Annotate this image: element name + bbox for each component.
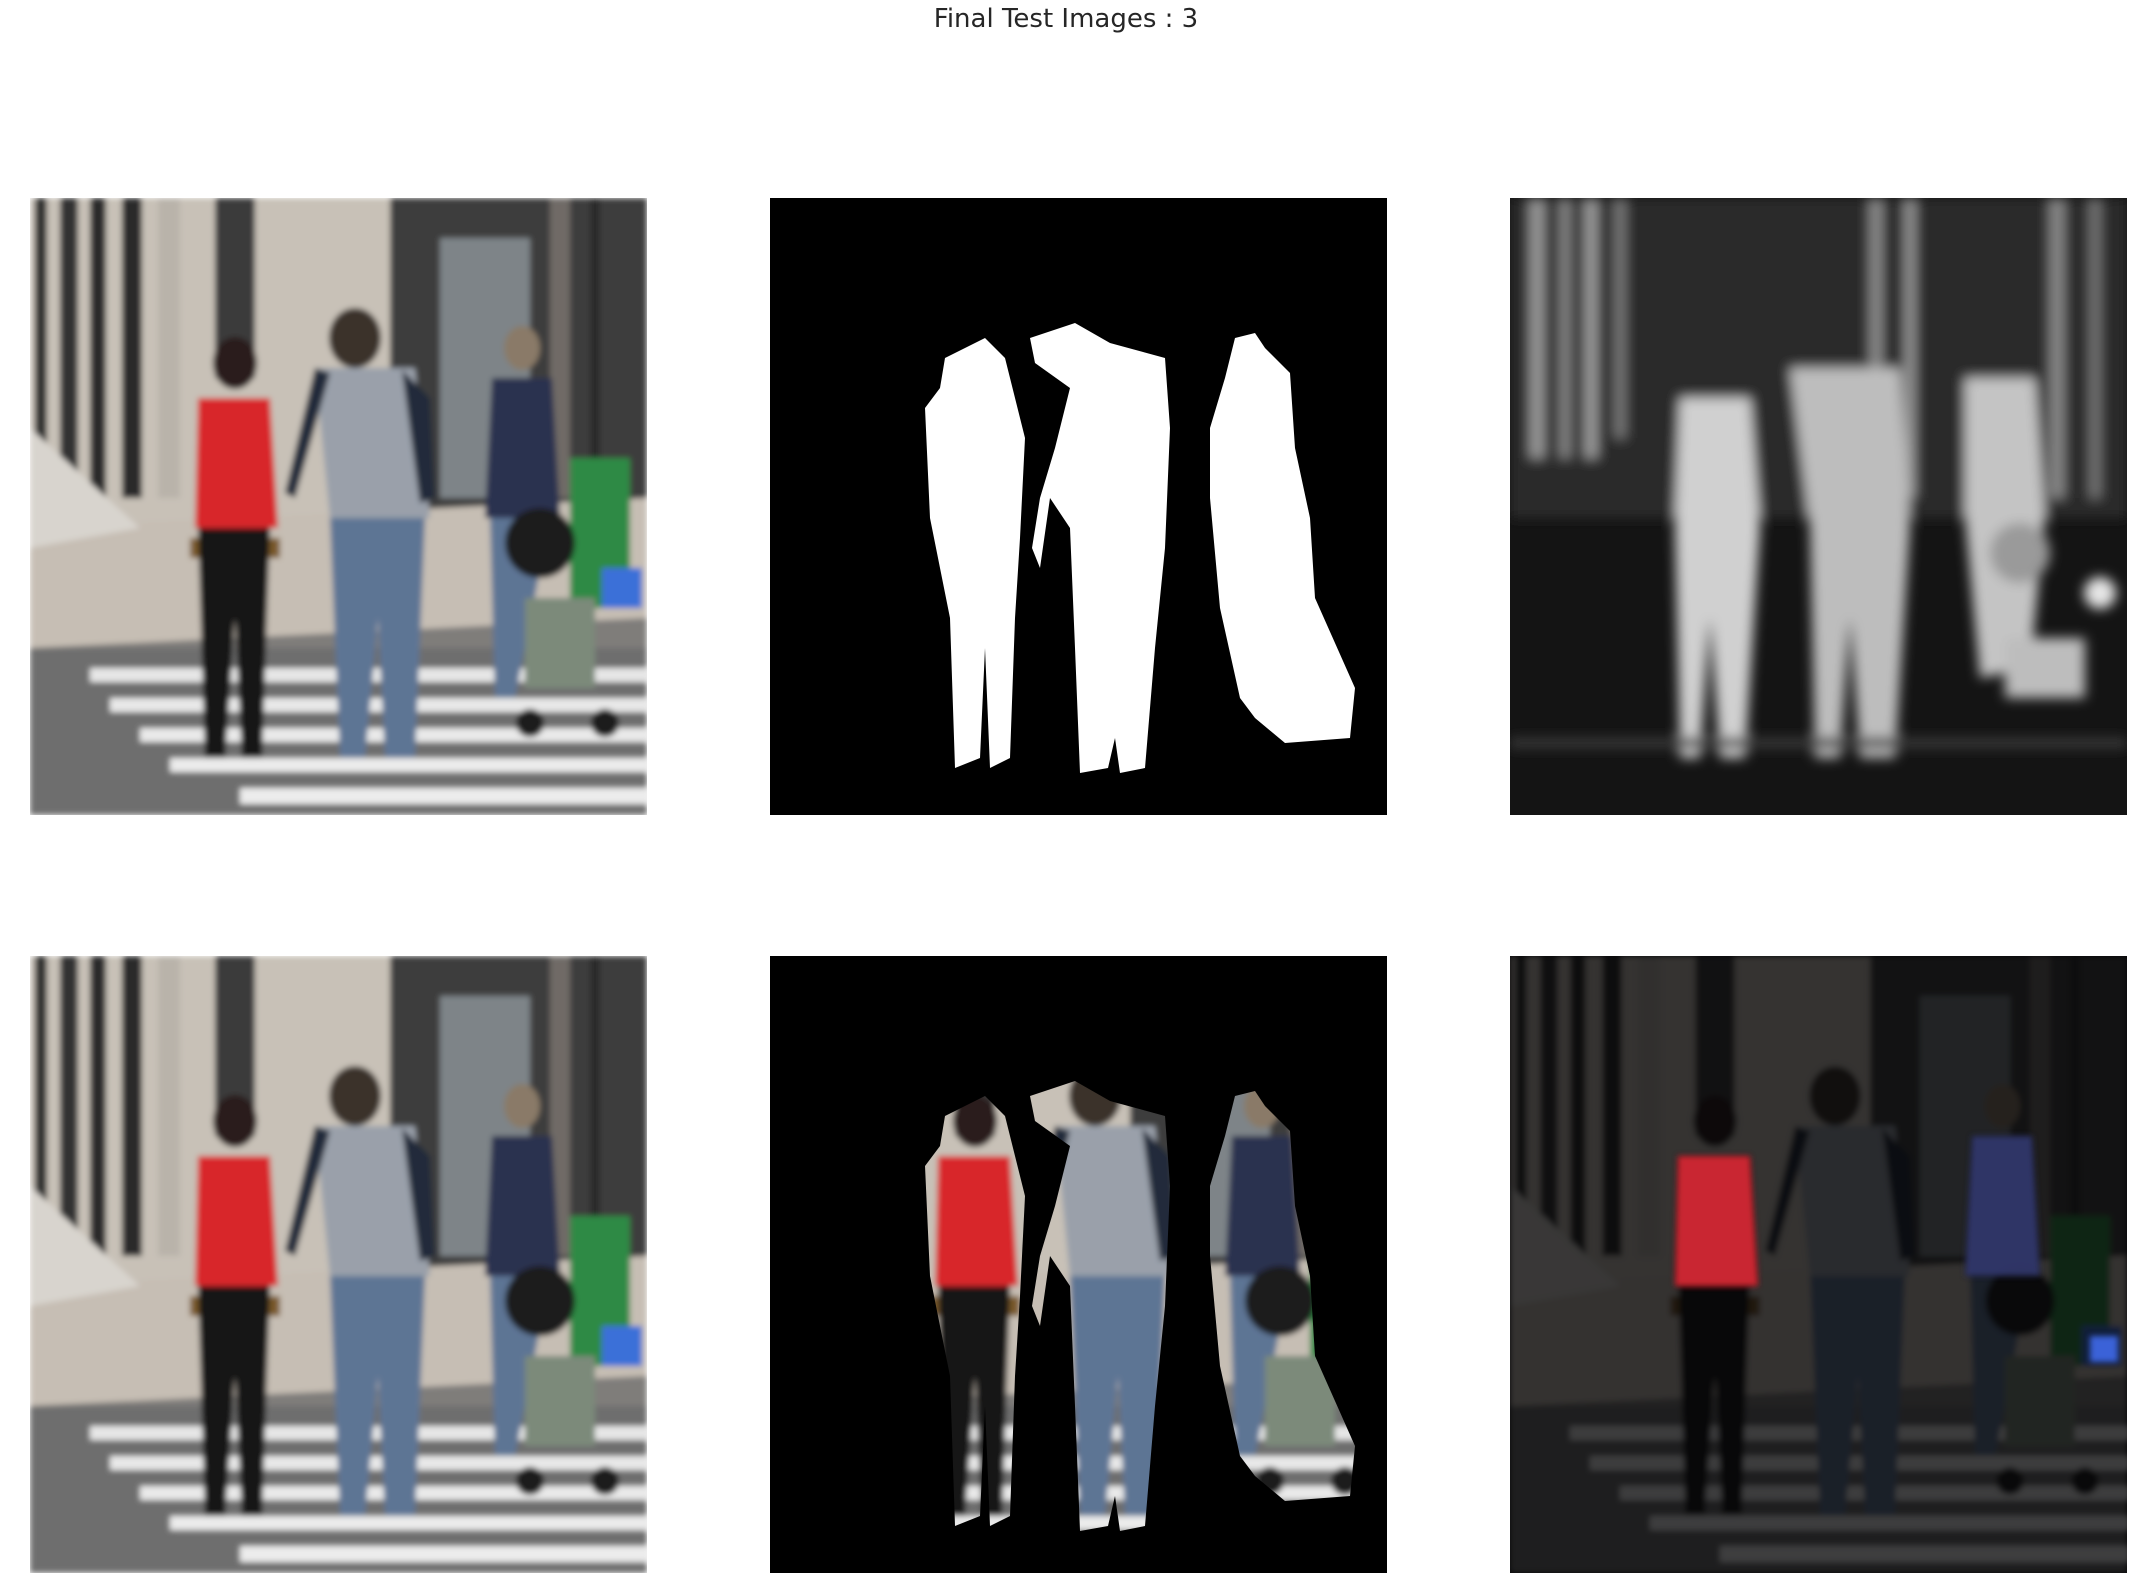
predicted-map-panel xyxy=(1510,198,2127,815)
input-image-copy-panel xyxy=(30,956,647,1573)
ground-truth-mask xyxy=(770,198,1387,815)
predicted-overlay xyxy=(1510,956,2127,1573)
ground-truth-mask-panel xyxy=(770,198,1387,815)
masked-image xyxy=(770,956,1387,1573)
predicted-overlay-panel xyxy=(1510,956,2127,1573)
masked-image-panel xyxy=(770,956,1387,1573)
figure-title: Final Test Images : 3 xyxy=(933,4,1199,34)
input-image-copy xyxy=(30,956,647,1573)
input-image xyxy=(30,198,647,815)
predicted-map xyxy=(1510,198,2127,815)
input-image-panel xyxy=(30,198,647,815)
